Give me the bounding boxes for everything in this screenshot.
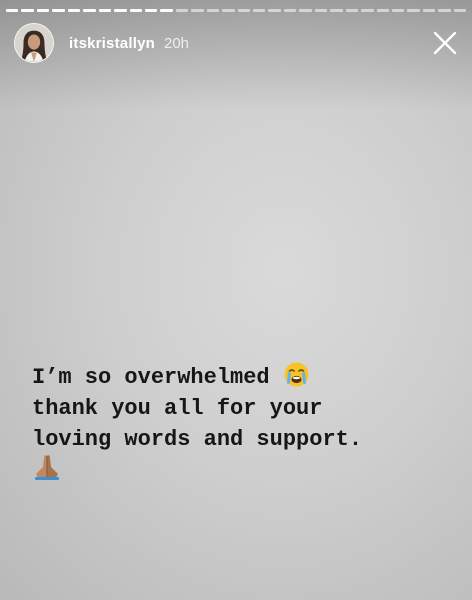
caption-line-4 <box>32 455 462 486</box>
progress-segment <box>376 9 389 12</box>
timestamp: 20h <box>163 34 190 52</box>
progress-segment <box>283 9 297 12</box>
caption-line-1-text: I’m so overwhelmed <box>32 365 270 390</box>
progress-segment <box>191 9 204 12</box>
progress-segment <box>160 9 173 12</box>
close-icon <box>433 31 457 55</box>
progress-segment <box>36 9 50 12</box>
progress-segment <box>21 9 34 12</box>
progress-segment <box>330 9 343 12</box>
close-button[interactable] <box>432 30 458 56</box>
progress-segment <box>98 9 112 12</box>
progress-segment <box>67 9 81 12</box>
progress-segment <box>299 9 312 12</box>
progress-segment <box>361 9 374 12</box>
progress-segment <box>6 9 19 12</box>
progress-segment <box>144 9 158 12</box>
caption-line-1: I’m so overwhelmed <box>32 362 462 393</box>
caption-line-3: loving words and support. <box>32 427 363 452</box>
username[interactable]: itskristallyn <box>69 35 155 52</box>
progress-segment <box>345 9 359 12</box>
progress-segment <box>407 9 420 12</box>
story-text-caption: I’m so overwhelmed thank you all for you… <box>32 362 462 486</box>
story-viewer[interactable]: itskristallyn 20h I’m so overwhelmed tha… <box>0 0 472 600</box>
progress-segment <box>83 9 96 12</box>
progress-segment <box>253 9 266 12</box>
avatar[interactable] <box>14 23 54 63</box>
progress-segment <box>52 9 65 12</box>
progress-segment <box>391 9 405 12</box>
progress-segment <box>422 9 436 12</box>
progress-segment <box>237 9 250 12</box>
progress-segment <box>222 9 235 12</box>
crying-face-icon <box>283 361 310 388</box>
story-progress-bar <box>6 9 467 12</box>
progress-segment <box>114 9 127 12</box>
progress-segment <box>453 9 467 12</box>
progress-segment <box>314 9 328 12</box>
caption-line-2: thank you all for your <box>32 396 323 421</box>
progress-segment <box>268 9 281 12</box>
avatar-image <box>15 24 53 62</box>
progress-segment <box>129 9 142 12</box>
story-header: itskristallyn 20h <box>14 22 189 64</box>
progress-segment <box>206 9 220 12</box>
progress-segment <box>175 9 189 12</box>
progress-segment <box>438 9 451 12</box>
folded-hands-icon <box>32 453 62 481</box>
